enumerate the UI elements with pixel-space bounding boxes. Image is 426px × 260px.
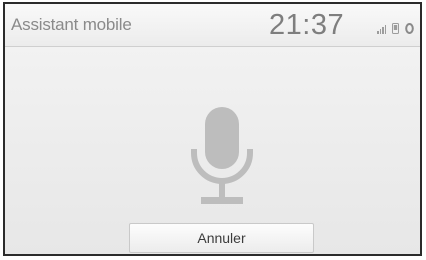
header-bar: Assistant mobile 21:37 (5, 4, 420, 47)
microphone-icon (191, 107, 253, 204)
main-content: Annuler (5, 47, 420, 254)
battery-icon (405, 23, 414, 34)
clock: 21:37 (269, 9, 345, 41)
assistant-screen: Assistant mobile 21:37 Annuler (3, 2, 422, 256)
phone-icon (392, 23, 399, 34)
signal-strength-icon (377, 25, 386, 34)
status-icons (377, 20, 414, 34)
app-title: Assistant mobile (11, 15, 132, 34)
cancel-button[interactable]: Annuler (129, 223, 314, 253)
